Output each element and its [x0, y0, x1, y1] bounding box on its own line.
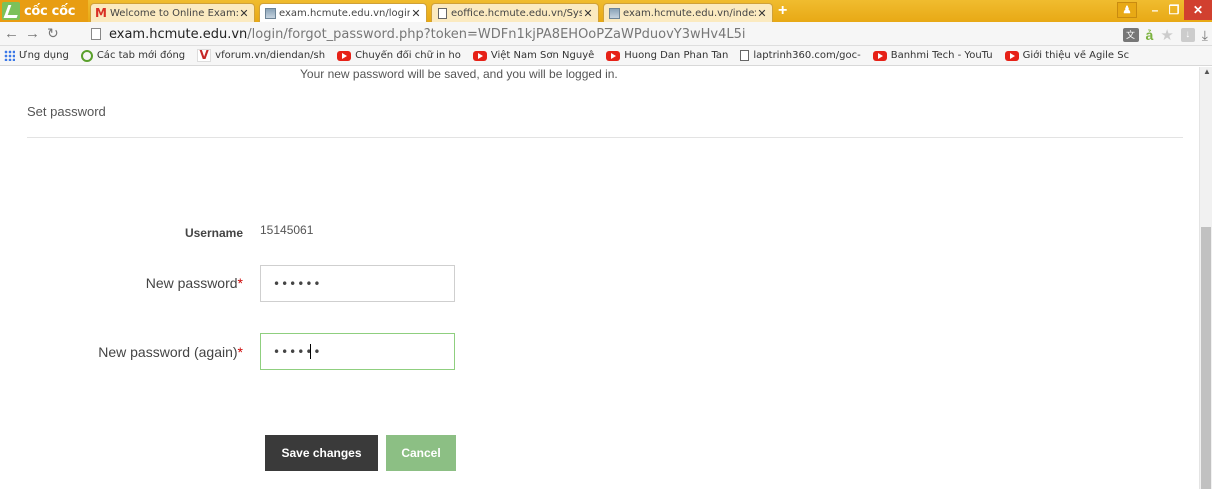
- bookmark-label: vforum.vn/diendan/sh: [215, 50, 326, 61]
- new-password-again-input[interactable]: [260, 333, 455, 370]
- page-icon: [436, 7, 448, 19]
- download-icon[interactable]: ⤓: [1202, 27, 1208, 44]
- close-icon[interactable]: ✕: [410, 7, 422, 20]
- new-tab-button[interactable]: +: [778, 2, 787, 20]
- bookmark-viet-nam[interactable]: Việt Nam Sơn Nguyễ: [472, 50, 595, 61]
- site-icon: [608, 7, 620, 19]
- recent-tabs-icon: [80, 49, 93, 62]
- save-changes-button[interactable]: Save changes: [265, 435, 378, 471]
- page-viewport: Your new password will be saved, and you…: [0, 67, 1212, 489]
- tab-label: exam.hcmute.edu.vn/login: [279, 7, 410, 19]
- youtube-icon: [472, 50, 487, 61]
- new-password-label: New password: [145, 275, 238, 291]
- username-label: Username: [184, 226, 243, 240]
- browser-brand[interactable]: cốc cốc: [0, 0, 88, 22]
- scrollbar-thumb[interactable]: [1201, 227, 1211, 489]
- tab-label: exam.hcmute.edu.vn/index: [623, 7, 756, 19]
- vertical-scrollbar[interactable]: ▲: [1199, 67, 1212, 489]
- user-profile-icon[interactable]: ♟: [1117, 2, 1137, 18]
- youtube-icon: [1004, 50, 1019, 61]
- back-arrow-icon[interactable]: ←: [4, 25, 19, 42]
- username-value: 15145061: [260, 223, 314, 237]
- apps-grid-icon: [4, 50, 15, 61]
- section-divider: [27, 137, 1183, 138]
- required-mark: *: [237, 275, 243, 291]
- coccoc-logo-icon: [2, 2, 20, 20]
- tab-exam-index[interactable]: exam.hcmute.edu.vn/index ✕: [603, 3, 773, 22]
- section-title: Set password: [27, 104, 106, 119]
- forward-arrow-icon[interactable]: →: [25, 25, 40, 42]
- close-icon[interactable]: ✕: [756, 7, 768, 20]
- bookmark-label: Các tab mới đóng: [96, 50, 186, 61]
- bookmark-label: Ứng dụng: [19, 50, 69, 61]
- youtube-icon: [606, 50, 621, 61]
- bookmark-banhmi[interactable]: Banhmi Tech - YouTu: [872, 50, 993, 61]
- bookmark-star-icon[interactable]: ★: [1160, 26, 1173, 44]
- bookmark-label: Giới thiệu về Agile Sc: [1022, 50, 1130, 61]
- bookmark-label: Việt Nam Sơn Nguyễ: [490, 50, 595, 61]
- bookmark-label: Banhmi Tech - YouTu: [890, 50, 993, 61]
- page-icon: [740, 50, 750, 61]
- bookmark-recent-tabs[interactable]: Các tab mới đóng: [80, 49, 186, 62]
- close-icon[interactable]: ✕: [582, 7, 594, 20]
- bookmark-vforum[interactable]: V vforum.vn/diendan/sh: [197, 49, 325, 62]
- close-window-button[interactable]: ✕: [1184, 0, 1212, 20]
- address-bar: ← → ↻ exam.hcmute.edu.vn /login/forgot_p…: [0, 22, 1212, 46]
- tab-eoffice[interactable]: eoffice.hcmute.edu.vn/Syst ✕: [431, 3, 599, 22]
- browser-tab-strip: cốc cốc M Welcome to Online Exam: ✕ exam…: [0, 0, 1212, 22]
- url-path: /login/forgot_password.php?token=WDFn1kj…: [247, 26, 746, 42]
- scroll-up-arrow-icon[interactable]: ▲: [1203, 67, 1211, 76]
- bookmark-apps[interactable]: Ứng dụng: [4, 50, 69, 61]
- download-manager-icon[interactable]: ↓: [1180, 28, 1195, 42]
- bookmark-chuyen-doi[interactable]: Chuyển đổi chữ in ho: [337, 50, 461, 61]
- tab-gmail[interactable]: M Welcome to Online Exam: ✕: [90, 3, 255, 22]
- youtube-icon: [872, 50, 887, 61]
- page-info-icon: [91, 28, 101, 40]
- bookmark-agile[interactable]: Giới thiệu về Agile Sc: [1004, 50, 1130, 61]
- tab-exam-login[interactable]: exam.hcmute.edu.vn/login ✕: [259, 3, 427, 22]
- vforum-icon: V: [197, 49, 212, 62]
- minimize-button[interactable]: –: [1146, 0, 1164, 20]
- reload-icon[interactable]: ↻: [47, 25, 59, 42]
- gmail-icon: M: [95, 6, 107, 20]
- maximize-button[interactable]: ❐: [1164, 0, 1184, 20]
- bookmark-label: Chuyển đổi chữ in ho: [355, 50, 461, 61]
- new-password-again-label-row: New password (again)*: [40, 344, 243, 360]
- site-icon: [264, 7, 276, 19]
- new-password-label-row: New password*: [60, 275, 243, 291]
- tab-label: eoffice.hcmute.edu.vn/Syst: [451, 7, 582, 19]
- youtube-icon: [337, 50, 352, 61]
- coccoc-typing-icon[interactable]: ả: [1146, 27, 1154, 43]
- browser-brand-label: cốc cốc: [24, 3, 76, 19]
- required-mark: *: [237, 344, 243, 360]
- bookmarks-bar: Ứng dụng Các tab mới đóng V vforum.vn/di…: [0, 46, 1212, 66]
- bookmark-laptrinh360[interactable]: laptrinh360.com/goc-: [740, 50, 861, 61]
- address-bar-actions: 文 ả ★ ↓ ⤓: [1122, 26, 1208, 44]
- info-message: Your new password will be saved, and you…: [300, 67, 618, 81]
- new-password-input[interactable]: [260, 265, 455, 302]
- url-host: exam.hcmute.edu.vn: [109, 26, 248, 42]
- close-icon[interactable]: ✕: [238, 7, 250, 20]
- cancel-button[interactable]: Cancel: [386, 435, 456, 471]
- bookmark-label: laptrinh360.com/goc-: [753, 50, 861, 61]
- url-input[interactable]: exam.hcmute.edu.vn /login/forgot_passwor…: [91, 24, 1091, 44]
- bookmark-label: Huong Dan Phan Tan: [624, 50, 729, 61]
- translate-icon[interactable]: 文: [1122, 28, 1139, 42]
- bookmark-huong-dan[interactable]: Huong Dan Phan Tan: [606, 50, 728, 61]
- new-password-again-label: New password (again): [98, 344, 238, 360]
- text-caret: [310, 344, 311, 359]
- tab-label: Welcome to Online Exam:: [110, 7, 238, 19]
